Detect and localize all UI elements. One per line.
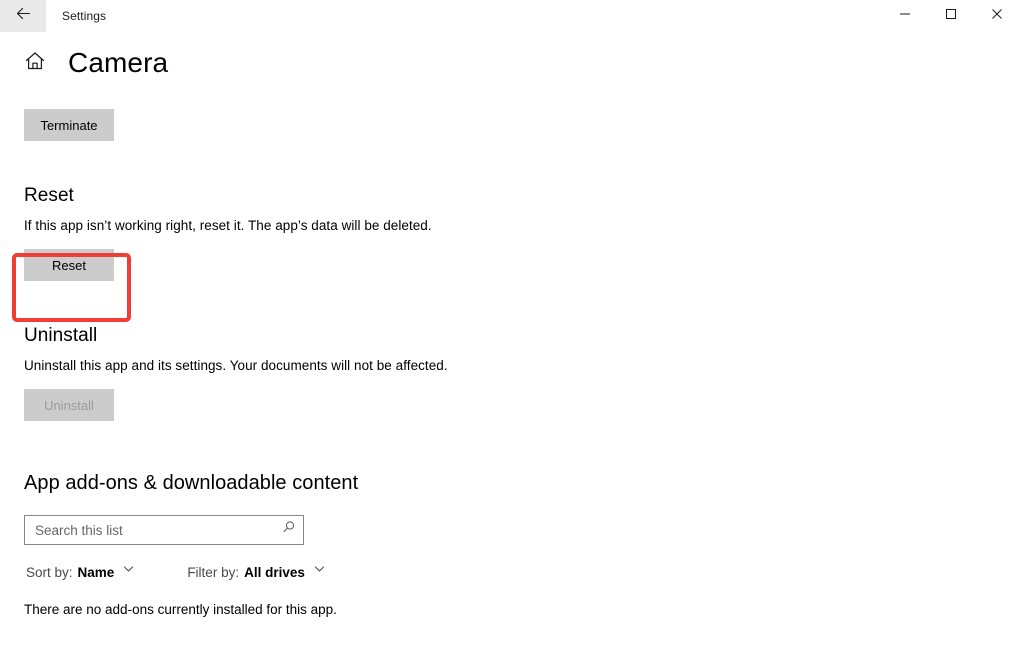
terminate-section: Terminate xyxy=(24,109,1020,141)
reset-button[interactable]: Reset xyxy=(24,249,114,281)
reset-section: Reset If this app isn’t working right, r… xyxy=(24,185,1020,281)
title-bar: Settings xyxy=(0,0,1020,32)
reset-heading: Reset xyxy=(24,185,74,206)
uninstall-description: Uninstall this app and its settings. You… xyxy=(24,358,448,373)
reset-description: If this app isn’t working right, reset i… xyxy=(24,218,432,233)
back-button[interactable] xyxy=(0,0,46,32)
sort-by-dropdown[interactable]: Sort by: Name xyxy=(24,562,137,582)
uninstall-heading: Uninstall xyxy=(24,325,98,346)
addons-heading: App add-ons & downloadable content xyxy=(24,472,359,494)
clipped-text-row xyxy=(24,86,464,94)
addons-search-box[interactable] xyxy=(24,515,304,545)
minimize-button[interactable] xyxy=(882,0,928,32)
settings-content: Terminate Reset If this app isn’t workin… xyxy=(0,86,1020,659)
addons-section: App add-ons & downloadable content Sort … xyxy=(24,472,1020,617)
maximize-icon xyxy=(945,7,957,25)
app-title: Settings xyxy=(62,9,107,23)
uninstall-button[interactable]: Uninstall xyxy=(24,389,114,421)
page-header: Camera xyxy=(0,32,1020,78)
search-button[interactable] xyxy=(273,516,303,544)
window-controls xyxy=(882,0,1020,32)
close-button[interactable] xyxy=(974,0,1020,32)
uninstall-section: Uninstall Uninstall this app and its set… xyxy=(24,325,1020,421)
filter-by-value: All drives xyxy=(244,565,305,580)
terminate-button[interactable]: Terminate xyxy=(24,109,114,141)
maximize-button[interactable] xyxy=(928,0,974,32)
filter-by-dropdown[interactable]: Filter by: All drives xyxy=(185,562,328,582)
back-arrow-icon xyxy=(15,5,32,27)
chevron-down-icon xyxy=(313,562,326,575)
home-icon xyxy=(24,50,46,77)
minimize-icon xyxy=(899,7,911,25)
home-button[interactable] xyxy=(24,50,50,77)
filter-by-label: Filter by: xyxy=(187,565,240,580)
chevron-down-icon xyxy=(122,562,135,575)
addons-controls-row: Sort by: Name Filter by: All drives xyxy=(24,562,1020,582)
search-input[interactable] xyxy=(25,516,273,544)
addons-empty-message: There are no add-ons currently installed… xyxy=(24,602,337,617)
sort-by-label: Sort by: xyxy=(26,565,73,580)
close-icon xyxy=(991,7,1003,25)
page-title: Camera xyxy=(68,47,169,78)
sort-by-value: Name xyxy=(77,565,115,580)
search-icon xyxy=(281,520,296,540)
